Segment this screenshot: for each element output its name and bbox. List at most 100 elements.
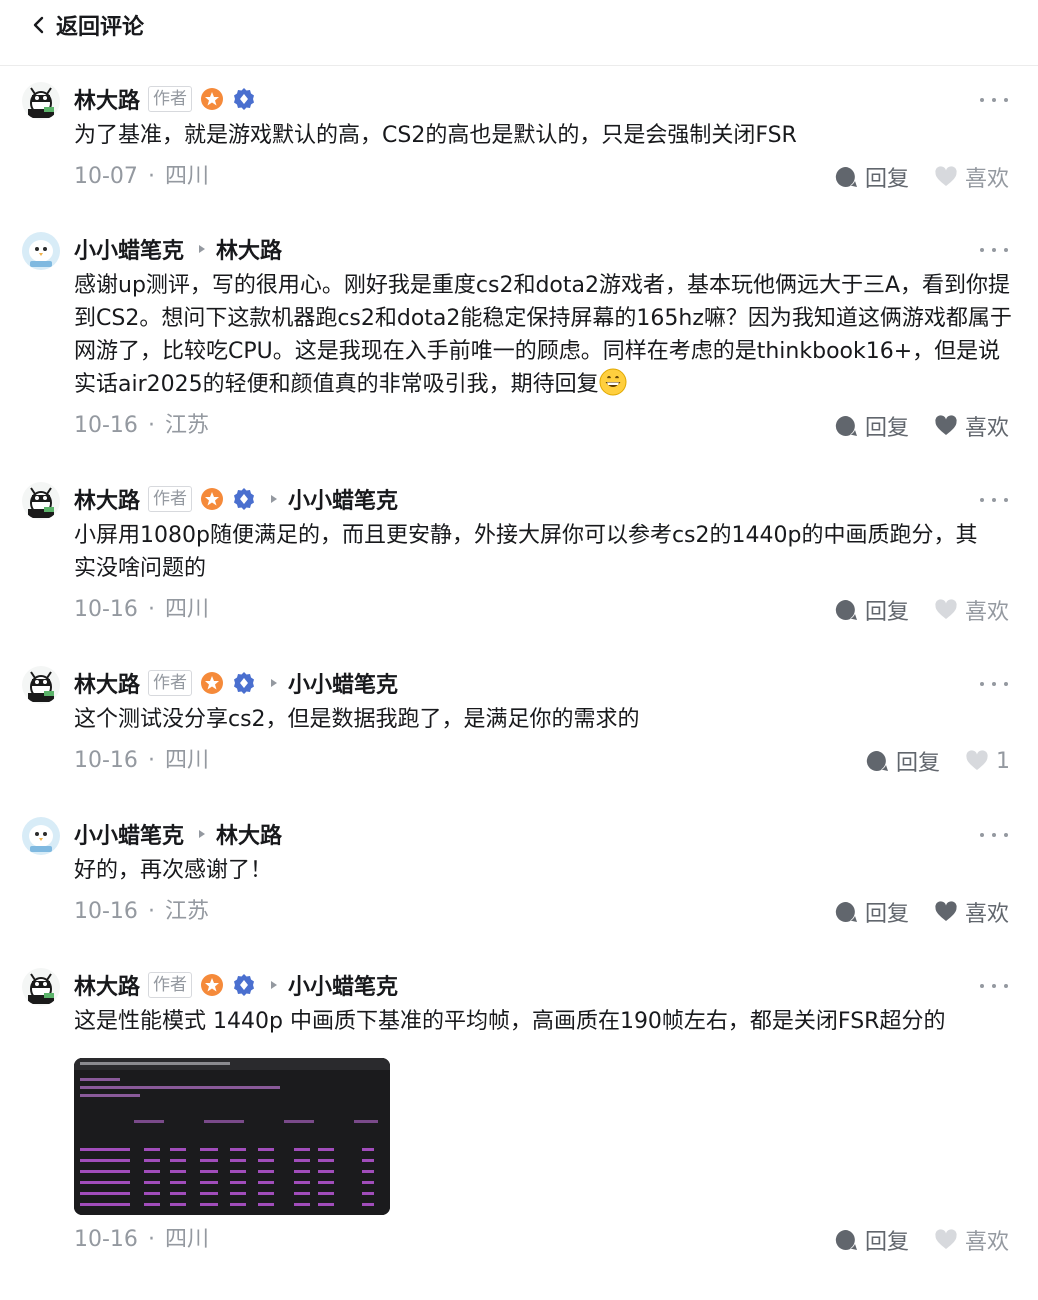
reply-label: 回复 xyxy=(865,167,910,192)
author-name[interactable]: 林大路 xyxy=(74,969,140,1001)
top-bar: 返回评论 xyxy=(0,0,1038,66)
like-button[interactable]: 喜欢 xyxy=(934,1225,1009,1255)
like-label: 喜欢 xyxy=(965,1230,1010,1255)
comment-header: 小小蜡笔克 林大路 xyxy=(74,232,282,266)
like-button[interactable]: 喜欢 xyxy=(934,411,1009,441)
dot-icon xyxy=(1004,248,1008,252)
heart-icon xyxy=(935,901,957,921)
meta-separator: · xyxy=(147,164,155,189)
like-label: 喜欢 xyxy=(965,416,1010,441)
reply-button[interactable]: 回复 xyxy=(834,162,909,192)
more-options-button[interactable] xyxy=(980,976,1008,996)
reply-target-name[interactable]: 小小蜡笔克 xyxy=(288,969,398,1001)
comment-date: 10-16 xyxy=(74,899,138,924)
like-button[interactable]: 喜欢 xyxy=(934,897,1009,927)
comment-item: 小小蜡笔克 林大路 感谢up测评，写的很用心。刚好我是重度cs2和dota2游戏… xyxy=(0,232,1038,452)
author-tag: 作者 xyxy=(148,486,193,512)
reply-arrow-icon xyxy=(270,678,278,688)
reply-bubble-icon xyxy=(835,166,857,187)
dot-icon xyxy=(980,98,984,102)
author-tag: 作者 xyxy=(148,972,193,998)
avatar[interactable] xyxy=(22,232,60,270)
heart-icon xyxy=(935,415,957,435)
level-badge-icon xyxy=(200,87,224,111)
more-options-button[interactable] xyxy=(980,490,1008,510)
reply-label: 回复 xyxy=(865,1230,910,1255)
reply-label: 回复 xyxy=(896,751,941,776)
meta-separator: · xyxy=(147,899,155,924)
dot-icon xyxy=(1004,833,1008,837)
more-options-button[interactable] xyxy=(980,240,1008,260)
dot-icon xyxy=(980,984,984,988)
robot-avatar-icon xyxy=(22,968,60,1006)
verified-badge-icon xyxy=(232,87,256,111)
more-options-button[interactable] xyxy=(980,674,1008,694)
comment-text: 为了基准，就是游戏默认的高，CS2的高也是默认的，只是会强制关闭FSR xyxy=(74,123,797,148)
heart-icon xyxy=(935,599,957,619)
author-name[interactable]: 小小蜡笔克 xyxy=(74,818,184,850)
comment-location: 四川 xyxy=(164,597,209,622)
avatar[interactable] xyxy=(22,666,60,704)
reply-target-name[interactable]: 林大路 xyxy=(216,818,282,850)
author-name[interactable]: 林大路 xyxy=(74,83,140,115)
like-label: 喜欢 xyxy=(965,600,1010,625)
comment-header: 林大路 作者 小小蜡笔克 xyxy=(74,482,398,516)
reply-button[interactable]: 回复 xyxy=(834,1225,909,1255)
more-options-button[interactable] xyxy=(980,825,1008,845)
comment-meta: 10-16 · 四川 xyxy=(74,595,209,625)
like-button[interactable]: 喜欢 xyxy=(934,162,1009,192)
author-tag: 作者 xyxy=(148,670,193,696)
reply-bubble-icon xyxy=(835,415,857,436)
more-options-button[interactable] xyxy=(980,90,1008,110)
verified-badge-icon xyxy=(232,973,256,997)
back-to-comments-button[interactable]: 返回评论 xyxy=(30,8,144,42)
reply-target-name[interactable]: 林大路 xyxy=(216,233,282,265)
reply-bubble-icon xyxy=(835,599,857,620)
like-button[interactable]: 喜欢 xyxy=(934,595,1009,625)
comment-location: 四川 xyxy=(164,1227,209,1252)
like-label: 喜欢 xyxy=(965,902,1010,927)
comment-text: 感谢up测评，写的很用心。刚好我是重度cs2和dota2游戏者，基本玩他俩远大于… xyxy=(74,269,1019,401)
meta-separator: · xyxy=(147,413,155,438)
comment-location: 四川 xyxy=(164,164,209,189)
comment-meta: 10-16 · 四川 xyxy=(74,746,209,776)
reply-label: 回复 xyxy=(865,416,910,441)
reply-button[interactable]: 回复 xyxy=(834,411,909,441)
author-name[interactable]: 林大路 xyxy=(74,667,140,699)
like-button[interactable]: 1 xyxy=(965,746,1010,776)
comment-item: 小小蜡笔克 林大路 好的，再次感谢了！ 10-16 · 江苏 回复 喜欢 xyxy=(0,817,1038,937)
avatar[interactable] xyxy=(22,82,60,120)
reply-button[interactable]: 回复 xyxy=(834,897,909,927)
avatar[interactable] xyxy=(22,482,60,520)
comment-header: 林大路 作者 小小蜡笔克 xyxy=(74,666,398,700)
author-name[interactable]: 林大路 xyxy=(74,483,140,515)
reply-target-name[interactable]: 小小蜡笔克 xyxy=(288,667,398,699)
comment-text: 小屏用1080p随便满足的，而且更安静，外接大屏你可以参考cs2的1440p的中… xyxy=(74,523,978,581)
reply-button[interactable]: 回复 xyxy=(865,746,940,776)
comment-location: 四川 xyxy=(164,748,209,773)
dot-icon xyxy=(992,984,996,988)
comment-location: 江苏 xyxy=(164,899,209,924)
heart-icon xyxy=(966,750,988,770)
avatar[interactable] xyxy=(22,968,60,1006)
dot-icon xyxy=(992,682,996,686)
comment-header: 林大路 作者 xyxy=(74,82,256,116)
comment-date: 10-16 xyxy=(74,1227,138,1252)
chevron-left-icon xyxy=(33,16,44,34)
meta-separator: · xyxy=(147,1227,155,1252)
dot-icon xyxy=(1004,98,1008,102)
reply-bubble-icon xyxy=(835,901,857,922)
dot-icon xyxy=(1004,682,1008,686)
author-name[interactable]: 小小蜡笔克 xyxy=(74,233,184,265)
dot-icon xyxy=(980,682,984,686)
reply-arrow-icon xyxy=(270,980,278,990)
reply-button[interactable]: 回复 xyxy=(834,595,909,625)
reply-arrow-icon xyxy=(198,244,206,254)
reply-target-name[interactable]: 小小蜡笔克 xyxy=(288,483,398,515)
robot-avatar-icon xyxy=(22,82,60,120)
avatar[interactable] xyxy=(22,817,60,855)
comment-text: 这是性能模式 1440p 中画质下基准的平均帧，高画质在190帧左右，都是关闭F… xyxy=(74,1009,946,1034)
benchmark-screenshot-image[interactable] xyxy=(74,1058,390,1215)
comment-item: 林大路 作者 小小蜡笔克 这个测试没分享cs2，但是数据我跑了，是满足你的需求的… xyxy=(0,666,1038,786)
comment-text-body: 感谢up测评，写的很用心。刚好我是重度cs2和dota2游戏者，基本玩他俩远大于… xyxy=(74,273,1012,397)
